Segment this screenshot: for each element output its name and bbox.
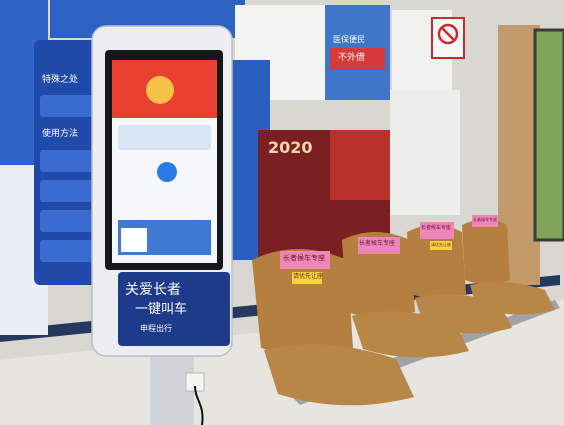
kiosk-banner-line1: 关爱长者: [125, 282, 181, 298]
waiting-area-photo: [0, 0, 564, 425]
red-poster-year: 2020: [268, 138, 313, 157]
seat-sign-1-subtext: 请优先让座: [293, 273, 324, 280]
seat-sign-2-text: 长者候车专座: [359, 240, 396, 247]
ad-line1: 医保便民: [333, 35, 365, 44]
notice-sheet-3: [390, 90, 460, 215]
seat-sign-1-text: 长者候车专座: [283, 254, 325, 262]
seat-sign-4-text: 长者候车专座: [473, 217, 497, 222]
window-greenery: [535, 30, 564, 240]
call-button-icon: [157, 162, 177, 182]
seat-sign-3-text: 长者候车专座: [421, 225, 452, 231]
kiosk-banner-line2: 一键叫车: [135, 302, 188, 317]
seat-sign-3-subtext: 请优先让座: [431, 242, 451, 247]
panel-title: 特殊之处: [42, 75, 79, 85]
ad-line2: 不外借: [338, 53, 366, 63]
kiosk-brand-label: 申程出行: [140, 324, 172, 333]
panel-subtitle: 使用方法: [42, 129, 79, 139]
qr-code: [121, 228, 147, 252]
